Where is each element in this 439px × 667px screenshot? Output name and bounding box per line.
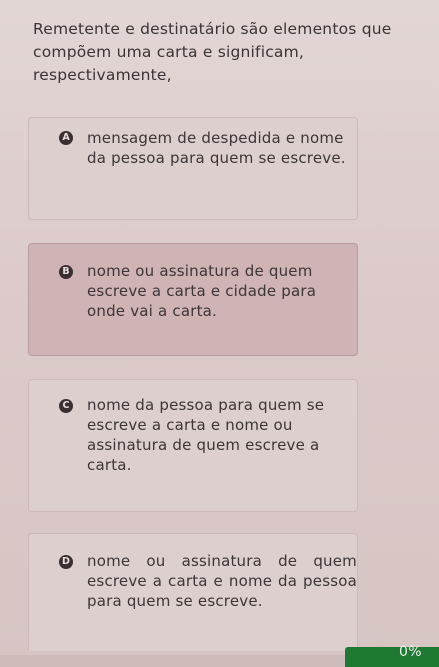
quiz-page: Remetente e destinatário são elementos q…	[0, 0, 439, 667]
option-a-letter: A	[59, 131, 73, 145]
option-c-text: nome da pessoa para quem se escreve a ca…	[87, 396, 325, 474]
progress-percent: 0%	[399, 644, 422, 660]
progress-indicator	[345, 647, 439, 667]
option-d[interactable]: D nome ou assinatura de quem escreve a c…	[28, 533, 358, 651]
option-c-letter: C	[59, 399, 73, 413]
option-a-text: mensagem de despedida e nome da pessoa p…	[87, 129, 346, 167]
option-b[interactable]: B nome ou assinatura de quem escreve a c…	[28, 243, 358, 356]
option-d-letter: D	[59, 555, 73, 569]
question-text: Remetente e destinatário são elementos q…	[33, 20, 392, 84]
option-b-text: nome ou assinatura de quem escreve a car…	[87, 262, 317, 320]
option-d-text: nome ou assinatura de quem escreve a car…	[87, 552, 357, 610]
option-b-letter: B	[59, 265, 73, 279]
option-a[interactable]: A mensagem de despedida e nome da pessoa…	[28, 117, 358, 220]
option-c[interactable]: C nome da pessoa para quem se escreve a …	[28, 379, 358, 512]
